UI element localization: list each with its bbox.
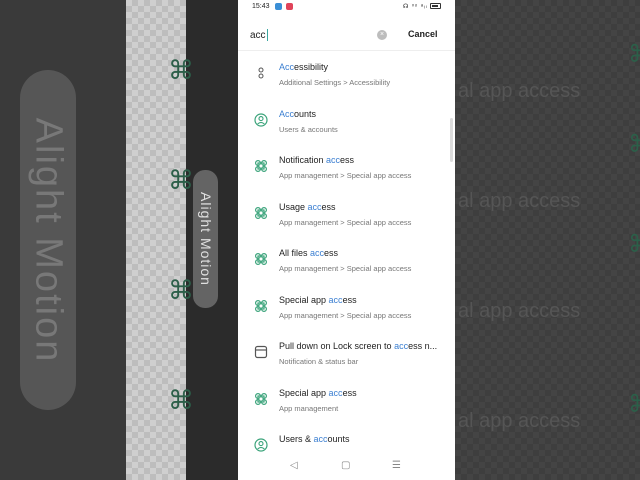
search-input[interactable] — [250, 27, 370, 43]
result-title-highlight: acc — [310, 248, 325, 258]
background-app-icon: ⌘ — [168, 55, 194, 85]
result-title: Notification access — [279, 155, 445, 165]
result-subtitle: Notification & status bar — [279, 357, 359, 366]
search-result-item[interactable]: Special app access App management > Speci… — [238, 291, 450, 331]
background-watermark-text: Alight Motion — [27, 117, 70, 363]
notification-icon — [275, 3, 282, 10]
result-title-text: Pull down on Lock screen to — [279, 341, 395, 351]
app-management-icon — [254, 299, 268, 313]
cancel-button[interactable]: Cancel — [408, 29, 438, 39]
text-caret — [267, 29, 268, 41]
result-title: Usage access — [279, 202, 445, 212]
result-title-highlight: acc — [394, 341, 409, 351]
result-subtitle: Users & accounts — [279, 124, 338, 134]
result-title: Special app access — [279, 295, 445, 305]
search-result-item[interactable]: Usage access App management > Special app… — [238, 198, 450, 238]
search-result-item[interactable]: Pull down on Lock screen to access n... N… — [238, 337, 450, 377]
result-subtitle: App management > Special app access — [279, 310, 412, 320]
watermark: Alight Motion — [193, 170, 218, 308]
back-button[interactable]: ◁ — [290, 460, 298, 471]
result-title-text: Notification — [279, 155, 327, 165]
result-title-text: ess — [340, 155, 355, 165]
result-title-highlight: acc — [326, 155, 341, 165]
background-app-icon: ⌘ — [168, 275, 194, 305]
result-subtitle: App management > Special app access — [279, 264, 412, 273]
background-snippet: al app access — [458, 80, 581, 102]
signal-icons: ☊ ᵛᵒ ᵃᵢₗ — [402, 4, 428, 10]
recents-button[interactable]: ☰ — [392, 460, 401, 471]
result-title: All files access — [279, 248, 445, 258]
app-management-icon — [254, 392, 268, 406]
result-title: Accounts — [279, 109, 445, 119]
background-snippet: al app access — [458, 410, 581, 432]
result-title-text: ess n... — [408, 341, 438, 351]
result-title-text: ess — [342, 387, 357, 398]
result-title-text: ounts — [327, 434, 350, 444]
result-subtitle: App management > Special app access — [279, 217, 412, 227]
status-time: 15:43 — [252, 3, 270, 10]
result-title-text: Usage — [279, 201, 308, 212]
home-button[interactable]: ▢ — [341, 460, 350, 471]
accounts-icon — [254, 112, 268, 127]
search-result-item[interactable]: Accessibility Additional Settings > Acces… — [238, 58, 450, 98]
background-right-checker — [455, 0, 640, 480]
result-title: Accessibility — [279, 62, 445, 72]
divider — [238, 50, 455, 51]
search-result-item[interactable]: Special app access App management — [238, 384, 450, 424]
status-bar: 15:43 ☊ ᵛᵒ ᵃᵢₗ — [238, 0, 455, 14]
result-title: Pull down on Lock screen to access n... — [279, 341, 445, 351]
app-management-icon — [254, 206, 268, 220]
background-snippet: al app access — [458, 300, 581, 322]
battery-icon — [430, 3, 441, 10]
result-title-highlight: acc — [307, 201, 322, 212]
accessibility-icon — [254, 66, 268, 80]
search-result-item[interactable]: All files access App management > Special… — [238, 244, 450, 284]
phone-screen: 15:43 ☊ ᵛᵒ ᵃᵢₗ × Cancel AccessibilityAdd… — [238, 0, 455, 480]
result-subtitle: App management — [279, 403, 339, 413]
watermark-text: Alight Motion — [197, 192, 214, 286]
background-app-icon: ⌘ — [168, 385, 194, 415]
background-edge-icon: ⌘ — [628, 41, 640, 68]
notification-bar-icon — [254, 345, 268, 359]
background-watermark: Alight Motion — [20, 70, 76, 410]
result-title-text: ess — [321, 201, 336, 212]
scrollbar[interactable] — [450, 118, 453, 162]
result-title-text: ess — [324, 248, 339, 258]
background-edge-icon: ⌘ — [628, 391, 640, 418]
result-title-text: All files — [279, 248, 311, 258]
result-title-text: ounts — [294, 108, 317, 119]
result-subtitle: Additional Settings > Accessibility — [279, 78, 391, 87]
result-title-highlight: Acc — [279, 62, 295, 72]
result-title-text: Special app — [279, 387, 329, 398]
accounts-icon — [254, 438, 268, 452]
result-title-text: ess — [342, 294, 357, 305]
app-management-icon — [254, 159, 268, 173]
search-result-item[interactable]: Notification access App management > Spec… — [238, 151, 450, 191]
result-title-text: essibility — [294, 62, 329, 72]
result-title-text: Special app — [279, 294, 329, 305]
result-title-highlight: acc — [313, 434, 328, 444]
background-snippet: al app access — [458, 190, 581, 212]
status-icons: ☊ ᵛᵒ ᵃᵢₗ — [403, 3, 441, 10]
result-title-text: Users & — [279, 434, 314, 444]
result-title-highlight: acc — [328, 387, 343, 398]
notification-icon — [286, 3, 293, 10]
result-title: Users & accounts — [279, 434, 445, 444]
result-subtitle: App management > Special app access — [279, 171, 412, 180]
search-bar: × Cancel — [238, 22, 455, 48]
background-edge-icon: ⌘ — [628, 131, 640, 158]
clear-icon[interactable]: × — [377, 30, 387, 40]
result-title-highlight: Acc — [279, 108, 295, 119]
background-app-icon: ⌘ — [168, 165, 194, 195]
result-title: Special app access — [279, 388, 445, 398]
result-title-highlight: acc — [328, 294, 343, 305]
background-edge-icon: ⌘ — [628, 231, 640, 258]
app-management-icon — [254, 252, 268, 266]
search-result-item[interactable]: Accounts Users & accounts — [238, 105, 450, 145]
navigation-bar: ◁ ▢ ☰ — [238, 452, 455, 480]
